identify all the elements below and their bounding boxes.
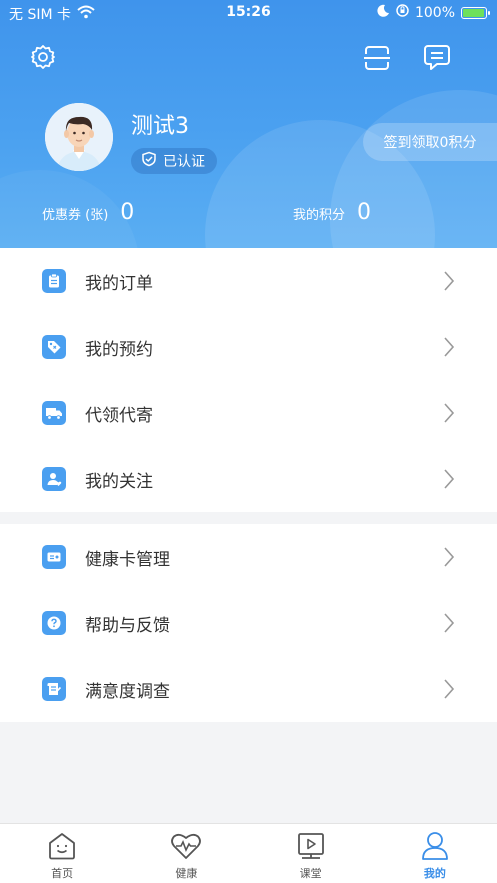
tab-label: 首页	[51, 867, 74, 880]
menu-item-orders[interactable]: 我的订单	[0, 248, 497, 314]
coupons-value: 0	[120, 200, 135, 225]
menu-item-appointments[interactable]: 我的预约	[0, 314, 497, 380]
verified-badge: 已认证	[131, 148, 217, 174]
menu-item-health-card[interactable]: 健康卡管理	[0, 524, 497, 590]
menu-label: 健康卡管理	[85, 549, 170, 570]
verified-label: 已认证	[163, 154, 205, 170]
shield-check-icon	[141, 151, 157, 171]
chevron-right-icon	[443, 678, 455, 704]
coupons-stat[interactable]: 优惠券 (张) 0	[42, 200, 134, 225]
menu-label: 帮助与反馈	[85, 615, 170, 636]
clipboard-icon	[42, 269, 66, 293]
menu-item-help-feedback[interactable]: 帮助与反馈	[0, 590, 497, 656]
tab-label: 课堂	[299, 867, 322, 880]
moon-icon	[377, 4, 390, 21]
points-value: 0	[357, 200, 372, 225]
status-bar: 无 SIM 卡 15:26 100%	[0, 0, 497, 26]
menu-item-following[interactable]: 我的关注	[0, 446, 497, 512]
tab-health[interactable]: 健康	[124, 824, 248, 883]
heart-pulse-icon	[170, 829, 202, 863]
chevron-right-icon	[443, 468, 455, 494]
tag-icon	[42, 335, 66, 359]
survey-icon	[42, 677, 66, 701]
tab-label: 我的	[423, 867, 446, 880]
user-heart-icon	[42, 467, 66, 491]
tab-mine[interactable]: 我的	[373, 824, 497, 883]
profile-header: 无 SIM 卡 15:26 100% 测试3 已认证 签到领取0积分 优惠券 (…	[0, 0, 497, 248]
message-icon[interactable]	[420, 41, 454, 75]
user-name: 测试3	[131, 114, 189, 139]
chevron-right-icon	[443, 336, 455, 362]
battery-percent: 100%	[414, 4, 455, 21]
menu-label: 代领代寄	[85, 405, 153, 426]
menu-group-primary: 我的订单 我的预约 代领代寄 我的关注	[0, 248, 497, 512]
id-card-icon	[42, 545, 66, 569]
points-stat[interactable]: 我的积分 0	[293, 200, 371, 225]
chevron-right-icon	[443, 546, 455, 572]
battery-icon	[461, 6, 490, 19]
coupons-label: 优惠券 (张)	[42, 208, 109, 223]
chevron-right-icon	[443, 612, 455, 638]
scan-icon[interactable]	[360, 41, 394, 75]
menu-group-secondary: 健康卡管理 帮助与反馈 满意度调查	[0, 524, 497, 722]
video-board-icon	[296, 829, 326, 863]
points-label: 我的积分	[293, 208, 346, 223]
tab-label: 健康	[175, 867, 198, 880]
menu-label: 我的订单	[85, 273, 153, 294]
menu-item-proxy-delivery[interactable]: 代领代寄	[0, 380, 497, 446]
tab-home[interactable]: 首页	[0, 824, 124, 883]
person-icon	[420, 829, 450, 863]
question-icon	[42, 611, 66, 635]
home-smile-icon	[47, 829, 77, 863]
orientation-lock-icon	[396, 4, 409, 21]
chevron-right-icon	[443, 270, 455, 296]
avatar[interactable]	[45, 103, 113, 171]
settings-gear-icon[interactable]	[26, 40, 60, 74]
menu-item-satisfaction-survey[interactable]: 满意度调查	[0, 656, 497, 722]
tab-classroom[interactable]: 课堂	[249, 824, 373, 883]
menu-label: 满意度调查	[85, 681, 170, 702]
tab-bar: 首页 健康 课堂 我的	[0, 823, 497, 883]
chevron-right-icon	[443, 402, 455, 428]
menu-label: 我的预约	[85, 339, 153, 360]
menu-label: 我的关注	[85, 471, 153, 492]
truck-icon	[42, 401, 66, 425]
checkin-button[interactable]: 签到领取0积分	[363, 123, 497, 161]
